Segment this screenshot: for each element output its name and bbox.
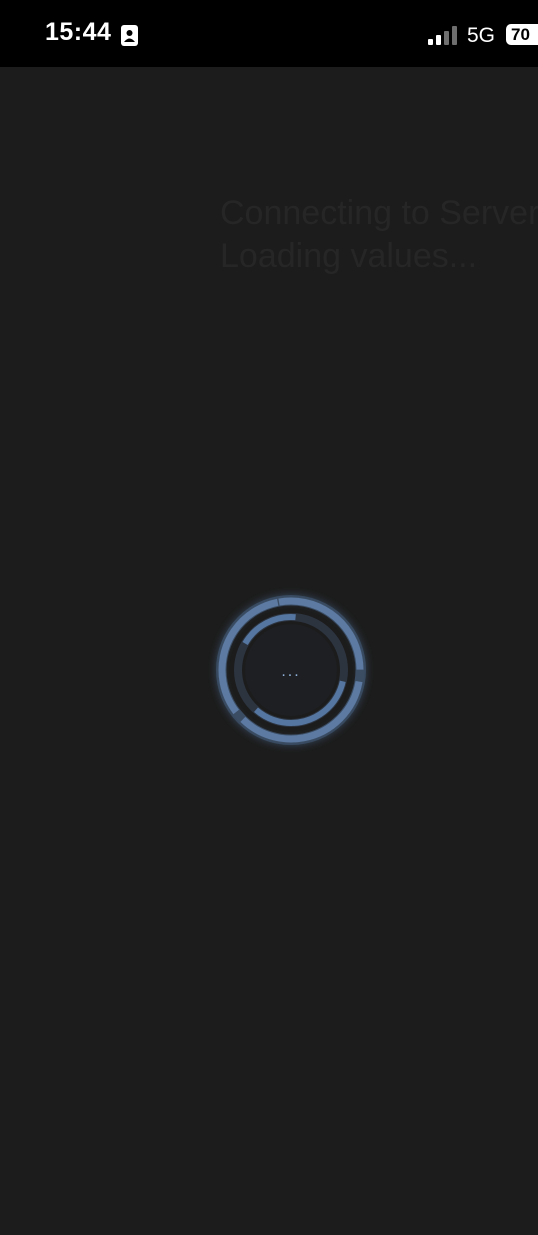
network-type: 5G bbox=[467, 24, 496, 47]
loading-spinner: ... bbox=[206, 585, 376, 755]
loading-screen: Connecting to Server Loading values... .… bbox=[0, 67, 538, 1235]
loading-status-line: Loading values... bbox=[220, 237, 478, 275]
battery-indicator: 70 bbox=[506, 24, 538, 45]
contact-card-icon bbox=[121, 25, 138, 51]
clock: 15:44 bbox=[45, 18, 112, 46]
connection-status-line: Connecting to Server bbox=[220, 194, 538, 232]
signal-icon bbox=[428, 26, 458, 51]
spinner-text: ... bbox=[281, 663, 301, 680]
status-bar: 15:44 5G 70 bbox=[0, 0, 538, 67]
connection-status: Connecting to Server Loading values... bbox=[220, 192, 538, 278]
